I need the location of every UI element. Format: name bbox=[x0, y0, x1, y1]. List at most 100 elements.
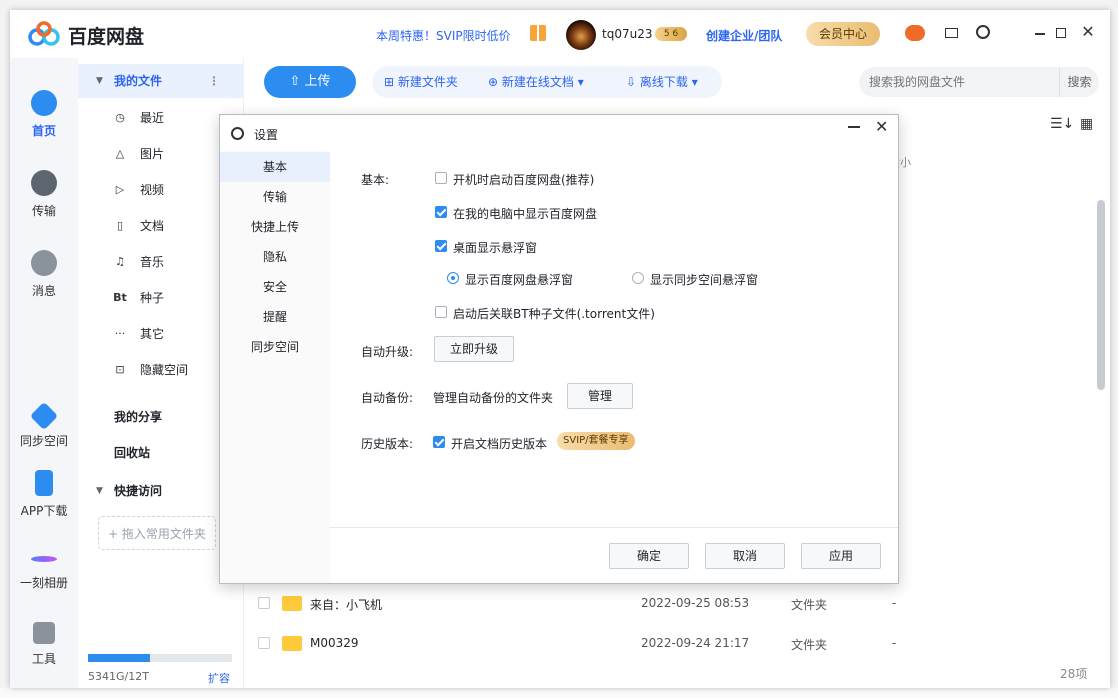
folder-plus-icon: ⊞ bbox=[384, 75, 398, 89]
sort-icon[interactable]: ☰↓ bbox=[1050, 116, 1074, 132]
mail-icon[interactable] bbox=[945, 28, 958, 38]
checkbox[interactable] bbox=[435, 306, 447, 318]
table-row[interactable]: M00329 2022-09-24 21:17 文件夹 - bbox=[244, 624, 1100, 664]
sidebar-my-files[interactable]: ▼ 我的文件 ⋮ bbox=[78, 64, 244, 98]
file-date: 2022-09-24 21:17 bbox=[641, 636, 750, 650]
svip-level-badge: 5 6 bbox=[655, 27, 687, 41]
member-center-button[interactable]: 会员中心 bbox=[806, 22, 880, 46]
left-nav: 首页 传输 消息 同步空间 APP下载 一刻相册 工具 bbox=[10, 58, 78, 688]
nav-app-download-label: APP下载 bbox=[20, 504, 68, 518]
minimize-button[interactable] bbox=[1035, 33, 1045, 35]
file-name[interactable]: M00329 bbox=[310, 636, 359, 650]
doc-plus-icon: ⊕ bbox=[488, 75, 502, 89]
tab-quick-upload[interactable]: 快捷上传 bbox=[220, 212, 330, 242]
username[interactable]: tq07u23 bbox=[602, 27, 652, 41]
dialog-minimize-button[interactable] bbox=[848, 126, 860, 128]
dialog-title-bar: 设置 ✕ bbox=[220, 115, 898, 151]
dialog-title: 设置 bbox=[254, 128, 279, 142]
nav-transfer[interactable]: 传输 bbox=[10, 170, 78, 219]
sidebar-recycle-label: 回收站 bbox=[114, 446, 151, 460]
grid-view-icon[interactable]: ▦ bbox=[1080, 116, 1093, 132]
new-doc-button[interactable]: ⊕ 新建在线文档 ▾ bbox=[488, 66, 584, 98]
radio[interactable] bbox=[447, 272, 459, 284]
caret-down-icon: ▼ bbox=[96, 76, 103, 86]
checkbox[interactable] bbox=[435, 172, 447, 184]
title-bar: 百度网盘 本周特惠！SVIP限时低价 tq07u23 5 6 创建企业/团队 会… bbox=[10, 10, 1110, 58]
nav-transfer-label: 传输 bbox=[31, 204, 56, 218]
file-name[interactable]: 来自：小飞机 bbox=[310, 596, 382, 613]
table-row[interactable]: 来自：小飞机 2022-09-25 08:53 文件夹 - bbox=[244, 584, 1100, 624]
radio[interactable] bbox=[632, 272, 644, 284]
desktop-right-strip bbox=[1110, 0, 1118, 698]
nav-sync-space[interactable]: 同步空间 bbox=[10, 401, 78, 449]
new-folder-label: 新建文件夹 bbox=[397, 75, 458, 89]
scroll-thumb[interactable] bbox=[1097, 200, 1105, 390]
maximize-button[interactable] bbox=[1056, 28, 1066, 38]
row-checkbox[interactable] bbox=[258, 597, 270, 609]
ok-button[interactable]: 确定 bbox=[609, 543, 689, 569]
dialog-footer: 确定 取消 应用 bbox=[330, 527, 898, 583]
gift-icon[interactable] bbox=[530, 25, 546, 41]
nav-home[interactable]: 首页 bbox=[10, 90, 78, 139]
close-icon[interactable]: ✕ bbox=[1081, 24, 1095, 40]
search-button[interactable]: 搜索 bbox=[1059, 67, 1099, 97]
tab-security[interactable]: 安全 bbox=[220, 272, 330, 302]
search-input[interactable] bbox=[869, 67, 1049, 97]
sidebar-my-share-label: 我的分享 bbox=[114, 410, 163, 424]
row-checkbox[interactable] bbox=[258, 637, 270, 649]
nav-app-download[interactable]: APP下载 bbox=[10, 470, 78, 519]
sync-space-icon bbox=[29, 401, 59, 431]
play-icon: ▷ bbox=[115, 183, 125, 196]
file-type: 文件夹 bbox=[791, 638, 828, 652]
checkbox-label: 开机时启动百度网盘(推荐) bbox=[453, 173, 595, 187]
expand-link[interactable]: 扩容 bbox=[208, 670, 230, 686]
tab-reminder[interactable]: 提醒 bbox=[220, 302, 330, 332]
desktop-left-strip bbox=[0, 0, 10, 698]
manage-backup-button[interactable]: 管理 bbox=[567, 383, 633, 409]
scrollbar[interactable] bbox=[1097, 190, 1105, 660]
apply-button[interactable]: 应用 bbox=[801, 543, 881, 569]
cancel-button[interactable]: 取消 bbox=[705, 543, 785, 569]
nav-message-label: 消息 bbox=[31, 284, 56, 298]
backup-label: 自动备份: bbox=[361, 391, 414, 405]
nav-message[interactable]: 消息 bbox=[10, 250, 78, 299]
checkbox[interactable] bbox=[433, 436, 445, 448]
checkbox[interactable] bbox=[435, 240, 447, 252]
file-date: 2022-09-25 08:53 bbox=[641, 596, 750, 610]
file-size: - bbox=[892, 636, 897, 650]
upgrade-now-button[interactable]: 立即升级 bbox=[434, 336, 514, 362]
upgrade-label: 自动升级: bbox=[361, 345, 414, 359]
image-icon: △ bbox=[115, 147, 125, 160]
drag-folder-dropzone[interactable]: + 拖入常用文件夹 bbox=[98, 516, 216, 550]
checkbox-label: 在我的电脑中显示百度网盘 bbox=[453, 207, 598, 221]
cloud-icon bbox=[31, 90, 57, 116]
create-enterprise-link[interactable]: 创建企业/团队 bbox=[706, 27, 782, 44]
desktop-bottom-strip bbox=[0, 688, 1118, 698]
game-icon[interactable] bbox=[905, 25, 925, 41]
tab-sync-space[interactable]: 同步空间 bbox=[220, 332, 330, 362]
checkbox[interactable] bbox=[435, 206, 447, 218]
gear-icon bbox=[231, 127, 244, 140]
tab-transfer[interactable]: 传输 bbox=[220, 182, 330, 212]
avatar[interactable] bbox=[566, 20, 596, 50]
more-icon[interactable]: ⋮ bbox=[208, 64, 220, 98]
new-folder-button[interactable]: ⊞ 新建文件夹 bbox=[384, 66, 458, 98]
nav-tools[interactable]: 工具 bbox=[10, 622, 78, 667]
promo-link[interactable]: 本周特惠！SVIP限时低价 bbox=[376, 27, 511, 44]
radio-label: 显示百度网盘悬浮窗 bbox=[465, 273, 574, 287]
nav-album[interactable]: 一刻相册 bbox=[10, 546, 78, 591]
item-count: 28项 bbox=[1060, 667, 1088, 681]
svip-only-tag: SVIP/套餐专享 bbox=[557, 432, 635, 450]
upload-button[interactable]: ⇧ 上传 bbox=[264, 66, 356, 98]
offline-download-button[interactable]: ⇩ 离线下载 ▾ bbox=[626, 66, 698, 98]
quota-bar bbox=[88, 654, 232, 662]
sidebar-item-label: 视频 bbox=[140, 183, 165, 197]
folder-icon bbox=[282, 636, 302, 651]
gear-icon[interactable] bbox=[976, 25, 990, 39]
tab-basic[interactable]: 基本 bbox=[220, 152, 330, 182]
radio-label: 显示同步空间悬浮窗 bbox=[650, 273, 759, 287]
tab-privacy[interactable]: 隐私 bbox=[220, 242, 330, 272]
upload-icon: ⇧ bbox=[289, 74, 305, 89]
bt-icon: Bt bbox=[113, 291, 127, 304]
close-icon[interactable]: ✕ bbox=[875, 117, 888, 136]
